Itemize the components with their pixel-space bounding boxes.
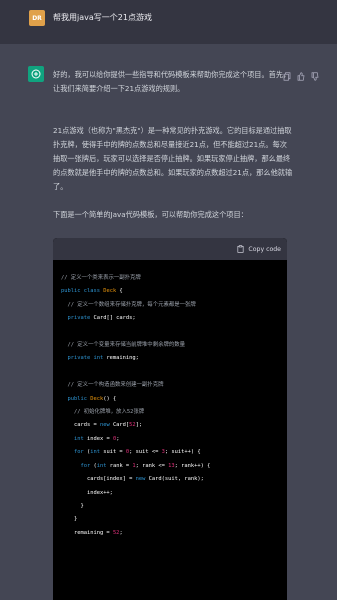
copy-code-label: Copy code [248,245,281,253]
code-token: // 初始化牌堆，放入52张牌 [61,409,145,416]
code-token: ; rank++) { [174,462,211,469]
code-token: suit = [103,449,126,456]
code-token: public [61,395,91,402]
code-line: public class Deck { [61,285,279,298]
code-token: int [96,462,110,469]
code-token: ; rank <= [135,462,169,469]
code-token: index = [86,435,113,442]
code-line: private int remaining; [61,352,279,365]
code-token: Card(suit, rank); [148,476,204,483]
response-paragraph-intro: 好的，我可以给你提供一些指导和代码模板来帮助你完成这个项目。首先，让我们来简要介… [53,70,291,93]
code-token: remaining; [106,355,139,362]
code-token: cards[index] = [61,476,136,483]
assistant-message: 好的，我可以给你提供一些指导和代码模板来帮助你完成这个项目。首先，让我们来简要介… [0,44,337,600]
code-line: int index = 0; [61,433,279,446]
code-line: public Deck() { [61,393,279,406]
code-token: Card[ [112,422,130,429]
code-line: for (int suit = 0; suit <= 3; suit++) { [61,446,279,459]
code-token: new [135,476,149,483]
code-token: for [61,449,87,456]
code-token: rank = [109,462,133,469]
code-token: ; [119,529,123,536]
user-avatar: DR [29,10,45,26]
code-line: // 定义一个变量来存储当前牌堆中剩余牌的数量 [61,339,279,352]
code-token: // 定义一个类来表示一副扑克牌 [61,275,141,281]
code-token: () { [103,395,117,402]
code-token: new [99,422,113,429]
code-token: Deck [103,288,117,295]
code-line: // 定义一个类来表示一副扑克牌 [61,272,279,285]
code-line: private Card[] cards; [61,312,279,325]
code-token: { [116,288,123,295]
code-block-header: Copy code [53,238,287,260]
user-message-row: DR 帮我用java写一个21点游戏 [0,0,337,44]
code-block: Copy code // 定义一个类来表示一副扑克牌 public class D… [53,238,287,600]
code-line: index++; [61,487,279,500]
code-token: private int [61,355,107,362]
code-token: private [61,315,94,322]
code-token: } [61,516,78,523]
code-line: } [61,500,279,513]
code-token: int [90,449,104,456]
code-line: } [61,513,279,526]
thumbs-up-icon[interactable] [297,66,305,81]
code-token: // 定义一个数组来存储扑克牌，每个元素都是一张牌 [61,301,196,308]
user-message-text: 帮我用java写一个21点游戏 [53,13,152,22]
code-token: ; suit++) { [164,449,201,456]
thumbs-down-icon[interactable] [311,66,319,81]
code-token: // 定义一个变量来存储当前牌堆中剩余牌的数量 [61,342,186,349]
response-paragraph-rules: 21点游戏（也称为"黑杰克"）是一种常见的扑克游戏。它的目标是通过抽取扑克牌，使… [53,126,293,191]
code-token: Card[] cards; [93,315,136,322]
code-token: ]; [135,422,143,429]
code-token: int [61,435,87,442]
code-token: } [61,502,84,509]
code-token: cards = [61,422,100,429]
code-token: Deck [90,395,104,402]
copy-code-button[interactable]: Copy code [237,245,281,253]
code-token: // 定义一个构造函数来创建一副扑克牌 [61,382,164,389]
code-line: remaining = 52; [61,527,279,540]
code-line: // 定义一个数组来存储扑克牌，每个元素都是一张牌 [61,299,279,312]
code-line: for (int rank = 1; rank <= 13; rank++) { [61,460,279,473]
code-line: cards[index] = new Card(suit, rank); [61,473,279,486]
code-token: index++; [61,489,113,496]
response-paragraph-template: 下面是一个简单的Java代码模板，可以帮助你完成这个项目： [53,210,248,219]
code-line: // 定义一个构造函数来创建一副扑克牌 [61,379,279,392]
code-content[interactable]: // 定义一个类来表示一副扑克牌 public class Deck { // 定… [53,260,287,552]
code-token: public class [61,288,104,295]
code-line: cards = new Card[52]; [61,419,279,432]
clipboard-icon [237,245,244,253]
code-token: remaining = [61,529,113,536]
code-token: for [61,462,94,469]
code-token: ; [116,435,120,442]
code-token: ; suit <= [129,449,162,456]
code-line: // 初始化牌堆，放入52张牌 [61,406,279,419]
chatgpt-logo-icon [28,66,44,82]
